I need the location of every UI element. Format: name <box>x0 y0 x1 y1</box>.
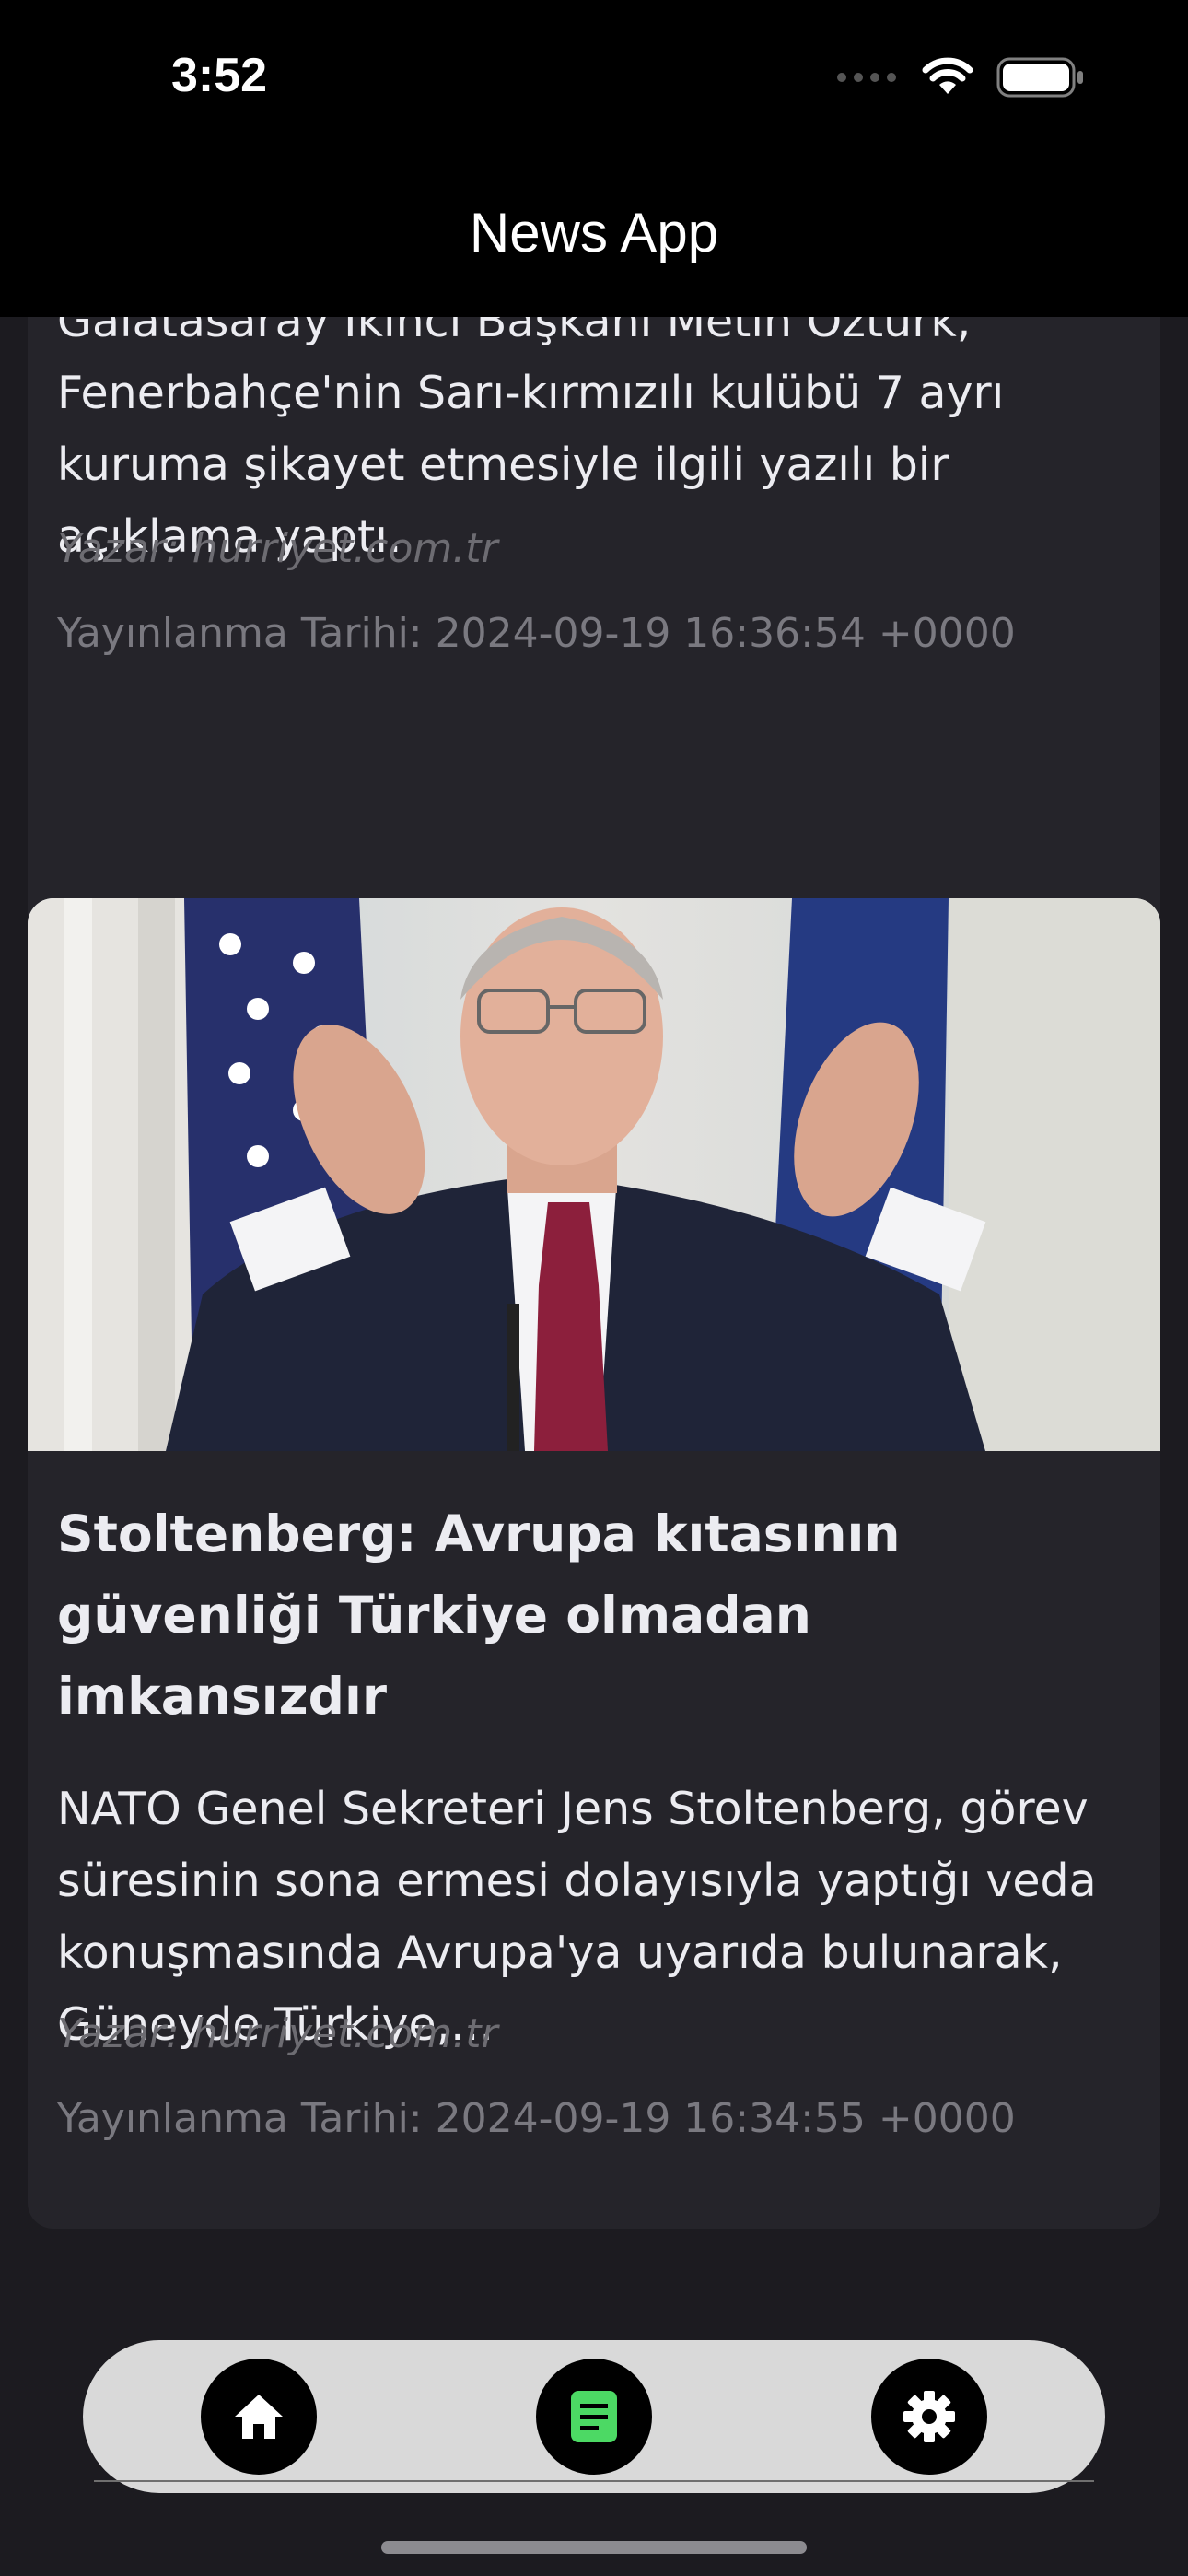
navigation-bar: News App <box>0 147 1188 317</box>
status-icons <box>836 57 1085 98</box>
news-document-icon <box>571 2391 617 2442</box>
status-bar: 3:52 <box>0 0 1188 147</box>
news-published-date: Yayınlanma Tarihi: 2024-09-19 16:34:55 +… <box>57 2095 1016 2142</box>
page-title: News App <box>469 201 719 263</box>
tab-bar-divider <box>94 2480 1094 2482</box>
news-title: Stoltenberg: Avrupa kıtasının güvenliği … <box>57 1505 901 1726</box>
tab-news[interactable] <box>536 2359 652 2475</box>
news-card[interactable]: Stoltenberg: Avrupa kıtasının güvenliği … <box>28 898 1160 2229</box>
news-author: Yazar: hurriyet.com.tr <box>57 525 498 572</box>
tab-home[interactable] <box>201 2359 317 2475</box>
news-published-date: Yayınlanma Tarihi: 2024-09-19 16:36:54 +… <box>57 610 1016 657</box>
news-image <box>28 898 1160 1451</box>
cellular-signal-icon <box>837 73 896 82</box>
home-icon <box>235 2395 283 2439</box>
news-author: Yazar: hurriyet.com.tr <box>57 2010 498 2057</box>
wifi-icon <box>922 57 973 94</box>
tab-bar <box>83 2340 1105 2493</box>
battery-icon <box>996 57 1083 98</box>
home-indicator[interactable] <box>381 2541 807 2554</box>
gear-icon <box>903 2391 955 2442</box>
news-list[interactable]: Galatasaray İkinci Başkanı Metin Öztürk,… <box>0 317 1188 2576</box>
tab-settings[interactable] <box>871 2359 987 2475</box>
status-time: 3:52 <box>171 49 268 102</box>
